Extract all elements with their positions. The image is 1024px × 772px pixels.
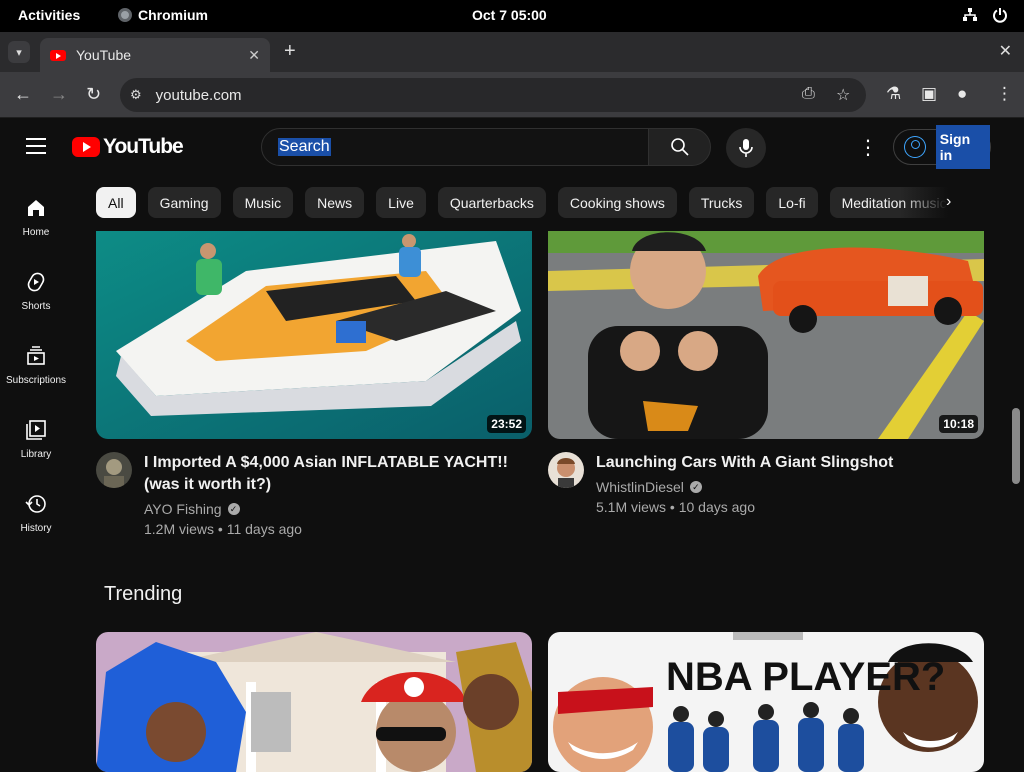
tab-strip: ▾ YouTube ✕ + ✕: [0, 32, 1024, 72]
account-circle-icon: [904, 136, 926, 158]
tab-search-button[interactable]: ▾: [8, 41, 30, 63]
menu-hamburger-icon[interactable]: [26, 138, 46, 154]
chrome-menu-icon[interactable]: ⋮: [996, 84, 1013, 104]
nav-subscriptions-label: Subscriptions: [5, 375, 67, 386]
chip-live[interactable]: Live: [376, 187, 426, 218]
chips-next-chevron-icon[interactable]: ›: [946, 193, 951, 211]
video-title[interactable]: Launching Cars With A Giant Slingshot: [596, 452, 976, 474]
subscriptions-icon: [27, 346, 45, 365]
voice-search-button[interactable]: [726, 128, 766, 168]
video-channel[interactable]: AYO Fishing ✓: [144, 501, 240, 517]
tab-title: YouTube: [76, 47, 132, 63]
nav-history-label: History: [20, 523, 52, 534]
window-close-button[interactable]: ✕: [999, 41, 1012, 61]
section-title: Trending: [104, 583, 183, 605]
nav-subscriptions[interactable]: Subscriptions: [0, 345, 72, 386]
channel-avatar[interactable]: [96, 452, 132, 488]
settings-more-icon[interactable]: ⋮: [858, 135, 878, 160]
install-app-icon[interactable]: ⎙: [802, 85, 815, 103]
video-title[interactable]: I Imported A $4,000 Asian INFLATABLE YAC…: [144, 452, 524, 496]
verified-check-icon: ✓: [227, 503, 240, 515]
nav-home-label: Home: [22, 227, 50, 238]
search-button[interactable]: [648, 128, 711, 166]
youtube-favicon-icon: [50, 49, 66, 61]
activities-button[interactable]: Activities: [18, 7, 80, 23]
site-info-icon[interactable]: ⚙: [130, 87, 142, 103]
search-input[interactable]: Search: [261, 128, 649, 166]
video-channel[interactable]: WhistlinDiesel ✓: [596, 479, 702, 495]
chip-all[interactable]: All: [96, 187, 136, 218]
microphone-icon: [739, 139, 753, 157]
sign-in-label: Sign in: [935, 125, 990, 169]
clock[interactable]: Oct 7 05:00: [472, 7, 547, 23]
nav-shorts[interactable]: Shorts: [0, 271, 72, 312]
chromium-icon: [118, 8, 132, 22]
forward-button[interactable]: →: [50, 84, 68, 105]
page-scrollbar[interactable]: [1012, 408, 1020, 484]
back-button[interactable]: ←: [14, 84, 32, 105]
chip-gaming[interactable]: Gaming: [147, 187, 221, 218]
chip-music[interactable]: Music: [232, 187, 294, 218]
side-panel-icon[interactable]: ▣: [921, 84, 937, 104]
new-tab-button[interactable]: +: [284, 40, 296, 63]
video-duration: 23:52: [487, 415, 526, 433]
trending-thumbnail[interactable]: NBA PLAYER?: [548, 632, 984, 772]
labs-flask-icon[interactable]: ⚗: [886, 84, 901, 104]
chips-fade: [900, 184, 980, 222]
chip-quarterbacks[interactable]: Quarterbacks: [437, 187, 546, 218]
tab-close-icon[interactable]: ✕: [248, 47, 260, 64]
nav-home[interactable]: Home: [0, 197, 72, 238]
video-duration: 10:18: [939, 415, 978, 433]
profile-icon[interactable]: ●: [957, 84, 967, 104]
home-icon: [28, 200, 44, 216]
youtube-logo[interactable]: YouTube: [72, 135, 184, 159]
filter-chips-bar: All Gaming Music News Live Quarterbacks …: [96, 187, 976, 219]
history-icon: [25, 495, 46, 513]
app-name: Chromium: [138, 7, 208, 23]
reload-button[interactable]: ↻: [86, 84, 101, 105]
youtube-header: YouTube Search ⋮ Sign in: [0, 118, 1024, 176]
video-meta: 1.2M views • 11 days ago: [144, 521, 302, 537]
trending-thumbnail[interactable]: [96, 632, 532, 772]
channel-avatar-image: [96, 452, 132, 488]
system-top-bar: Activities Chromium Oct 7 05:00: [0, 0, 1024, 32]
slingshot-thumbnail-image: [548, 231, 984, 439]
video-thumbnail[interactable]: 10:18: [548, 231, 984, 439]
nav-shorts-label: Shorts: [21, 301, 51, 312]
yacht-thumbnail-image: [96, 231, 532, 439]
trending-thumbnail-image: [96, 632, 532, 772]
channel-avatar[interactable]: [548, 452, 584, 488]
chip-news[interactable]: News: [305, 187, 365, 218]
channel-name: AYO Fishing: [144, 501, 222, 517]
video-thumbnail[interactable]: 23:52: [96, 231, 532, 439]
video-meta: 5.1M views • 10 days ago: [596, 499, 755, 515]
search-icon: [670, 138, 689, 156]
channel-avatar-image: [548, 452, 584, 488]
sign-in-button[interactable]: Sign in: [893, 125, 991, 169]
channel-name: WhistlinDiesel: [596, 479, 684, 495]
app-menu[interactable]: Chromium: [118, 7, 208, 23]
chip-cooking-shows[interactable]: Cooking shows: [557, 187, 677, 218]
browser-toolbar: ← → ↻ ⚙ youtube.com ⎙ ☆ ⚗ ▣ ● ⋮: [0, 72, 1024, 118]
chip-lofi[interactable]: Lo-fi: [766, 187, 818, 218]
chip-trucks[interactable]: Trucks: [688, 187, 755, 218]
power-icon: [993, 8, 1007, 23]
tab-youtube[interactable]: YouTube ✕: [40, 38, 270, 72]
nav-library-label: Library: [20, 449, 52, 460]
youtube-play-icon: [72, 137, 100, 157]
nav-library[interactable]: Library: [0, 419, 72, 460]
nba-thumbnail-text: NBA PLAYER?: [666, 655, 945, 699]
nav-history[interactable]: History: [0, 493, 72, 534]
verified-check-icon: ✓: [689, 481, 702, 493]
nba-thumbnail-image: NBA PLAYER?: [548, 632, 984, 772]
address-bar[interactable]: ⚙ youtube.com ⎙ ☆: [120, 78, 866, 112]
library-icon: [26, 420, 46, 440]
search-placeholder: Search: [278, 138, 331, 156]
bookmark-star-icon[interactable]: ☆: [836, 85, 850, 105]
network-icon: [963, 8, 977, 21]
shorts-icon: [27, 272, 45, 292]
logo-text: YouTube: [103, 135, 184, 158]
system-tray[interactable]: [962, 7, 1008, 23]
url-text: youtube.com: [155, 86, 242, 104]
